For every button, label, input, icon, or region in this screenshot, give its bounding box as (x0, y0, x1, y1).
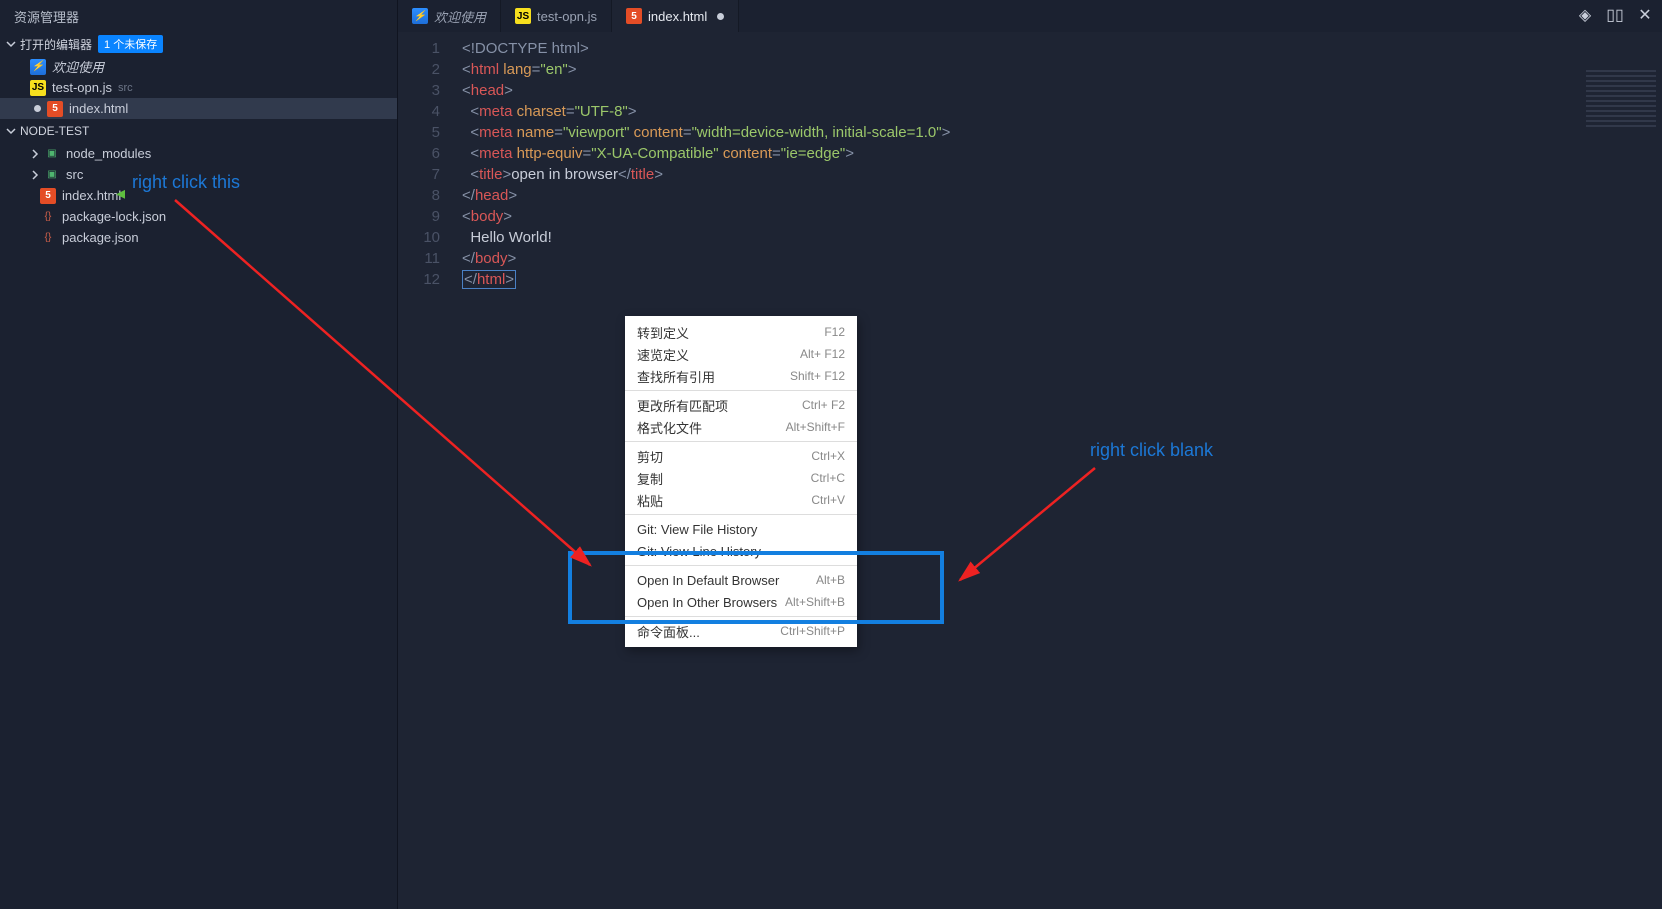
annotation-arrow-right (0, 0, 1662, 909)
